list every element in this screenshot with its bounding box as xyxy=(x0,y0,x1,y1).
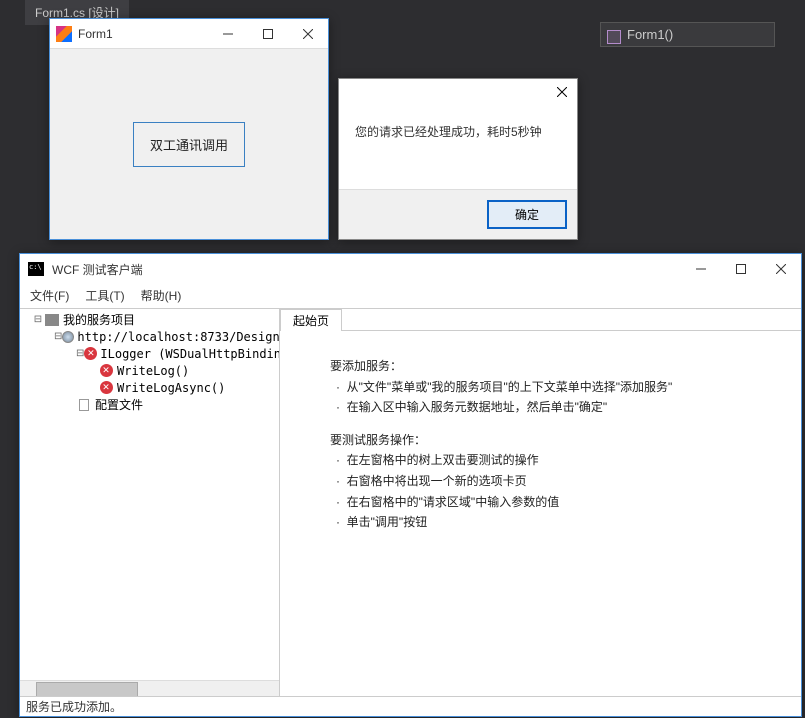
form1-body: 双工通讯调用 xyxy=(50,49,328,239)
menu-tools[interactable]: 工具(T) xyxy=(85,287,124,304)
test-step-2: 右窗格中将出现一个新的选项卡页 xyxy=(347,474,527,488)
collapse-icon[interactable]: ⊟ xyxy=(54,331,62,342)
close-icon xyxy=(776,264,786,274)
collapse-icon[interactable]: ⊟ xyxy=(76,348,84,359)
add-service-heading: 要添加服务： xyxy=(330,357,781,376)
collapse-icon[interactable]: ⊟ xyxy=(32,314,44,325)
ok-button[interactable]: 确定 xyxy=(487,200,567,229)
tree-config[interactable]: 配置文件 xyxy=(20,396,279,413)
close-button[interactable] xyxy=(288,20,328,48)
globe-icon xyxy=(62,330,74,344)
test-step-1: 在左窗格中的树上双击要测试的操作 xyxy=(347,453,539,467)
tree-op2-label: WriteLogAsync() xyxy=(117,381,225,395)
service-tree-pane: ⊟ 我的服务项目 ⊟ http://localhost:8733/Design_… xyxy=(20,309,280,696)
menu-file[interactable]: 文件(F) xyxy=(30,287,69,304)
tree-root[interactable]: ⊟ 我的服务项目 xyxy=(20,311,279,328)
close-icon xyxy=(557,87,567,97)
message-text: 您的请求已经处理成功，耗时5秒钟 xyxy=(339,105,577,189)
minimize-button[interactable] xyxy=(681,255,721,283)
error-icon: ✕ xyxy=(84,347,97,361)
message-close-button[interactable] xyxy=(557,84,567,100)
minimize-icon xyxy=(696,264,706,274)
statusbar: 服务已成功添加。 xyxy=(20,696,801,716)
form1-window-controls xyxy=(208,20,328,48)
form1-titlebar[interactable]: Form1 xyxy=(50,19,328,49)
form1-title: Form1 xyxy=(78,27,208,41)
start-page-content: 要添加服务： · 从"文件"菜单或"我的服务项目"的上下文菜单中选择"添加服务"… xyxy=(280,331,801,696)
minimize-icon xyxy=(223,29,233,39)
tree-op-writelog[interactable]: ✕ WriteLog() xyxy=(20,362,279,379)
member-dropdown-label: Form1() xyxy=(627,27,673,42)
console-icon xyxy=(28,262,44,276)
tree-op-writelogasync[interactable]: ✕ WriteLogAsync() xyxy=(20,379,279,396)
add-step-1: 从"文件"菜单或"我的服务项目"的上下文菜单中选择"添加服务" xyxy=(347,380,673,394)
add-step: · 从"文件"菜单或"我的服务项目"的上下文菜单中选择"添加服务" xyxy=(330,378,781,397)
test-step-3: 在右窗格中的"请求区域"中输入参数的值 xyxy=(347,495,560,509)
document-icon xyxy=(76,398,92,412)
content-tabs: 起始页 xyxy=(280,309,801,331)
wcf-window-controls xyxy=(681,255,801,283)
tree-endpoint[interactable]: ⊟ http://localhost:8733/Design_Time xyxy=(20,328,279,345)
tree-contract[interactable]: ⊟ ✕ ILogger (WSDualHttpBinding_ILo xyxy=(20,345,279,362)
duplex-call-button[interactable]: 双工通讯调用 xyxy=(133,122,245,167)
close-icon xyxy=(303,29,313,39)
message-footer: 确定 xyxy=(339,189,577,239)
wcf-titlebar[interactable]: WCF 测试客户端 xyxy=(20,254,801,284)
error-icon: ✕ xyxy=(98,381,114,395)
tree-endpoint-label: http://localhost:8733/Design_Time xyxy=(77,330,280,344)
content-pane: 起始页 要添加服务： · 从"文件"菜单或"我的服务项目"的上下文菜单中选择"添… xyxy=(280,309,801,696)
tree-contract-label: ILogger (WSDualHttpBinding_ILo xyxy=(100,347,280,361)
wcf-window: WCF 测试客户端 文件(F) 工具(T) 帮助(H) ⊟ 我的服务项目 ⊟ h… xyxy=(19,253,802,717)
tree-op1-label: WriteLog() xyxy=(117,364,189,378)
test-step: · 右窗格中将出现一个新的选项卡页 xyxy=(330,472,781,491)
test-step: · 在右窗格中的"请求区域"中输入参数的值 xyxy=(330,493,781,512)
add-step-2: 在输入区中输入服务元数据地址，然后单击"确定" xyxy=(347,400,608,414)
member-dropdown[interactable]: Form1() xyxy=(600,22,775,47)
horizontal-scrollbar[interactable] xyxy=(20,680,279,696)
service-tree: ⊟ 我的服务项目 ⊟ http://localhost:8733/Design_… xyxy=(20,311,279,433)
message-box-titlebar[interactable] xyxy=(339,79,577,105)
tab-start-page[interactable]: 起始页 xyxy=(280,309,342,331)
add-step: · 在输入区中输入服务元数据地址，然后单击"确定" xyxy=(330,398,781,417)
maximize-button[interactable] xyxy=(248,20,288,48)
maximize-button[interactable] xyxy=(721,255,761,283)
menu-help[interactable]: 帮助(H) xyxy=(141,287,182,304)
project-icon xyxy=(44,313,60,327)
maximize-icon xyxy=(736,264,746,274)
wcf-title: WCF 测试客户端 xyxy=(52,261,681,278)
message-box: 您的请求已经处理成功，耗时5秒钟 确定 xyxy=(338,78,578,240)
tree-root-label: 我的服务项目 xyxy=(63,311,135,328)
wcf-menubar: 文件(F) 工具(T) 帮助(H) xyxy=(20,284,801,308)
error-icon: ✕ xyxy=(98,364,114,378)
test-service-heading: 要测试服务操作： xyxy=(330,431,781,450)
form1-icon xyxy=(56,26,72,42)
maximize-icon xyxy=(263,29,273,39)
minimize-button[interactable] xyxy=(208,20,248,48)
test-step-4: 单击"调用"按钮 xyxy=(347,515,428,529)
wcf-body: ⊟ 我的服务项目 ⊟ http://localhost:8733/Design_… xyxy=(20,308,801,696)
form1-window: Form1 双工通讯调用 xyxy=(49,18,329,240)
tree-config-label: 配置文件 xyxy=(95,396,143,413)
test-step: · 在左窗格中的树上双击要测试的操作 xyxy=(330,451,781,470)
test-step: · 单击"调用"按钮 xyxy=(330,513,781,532)
close-button[interactable] xyxy=(761,255,801,283)
